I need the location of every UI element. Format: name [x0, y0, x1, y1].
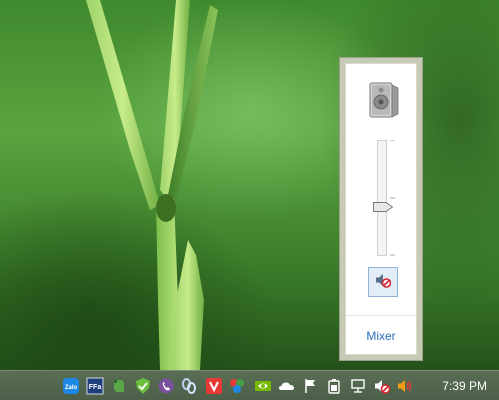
flyout-divider [346, 315, 416, 316]
speaker-muted-icon[interactable] [373, 377, 391, 395]
viber-icon[interactable] [157, 377, 175, 395]
taskbar-clock[interactable]: 7:39 PM [442, 379, 487, 393]
link-chain-icon[interactable] [180, 377, 198, 395]
volume-slider-thumb[interactable] [373, 199, 394, 212]
volume-flyout: Mixer [339, 57, 423, 361]
desktop-wallpaper [0, 0, 499, 370]
svg-text:Zalo: Zalo [65, 385, 78, 391]
power-battery-icon[interactable] [325, 377, 343, 395]
onedrive-cloud-icon[interactable] [278, 377, 296, 395]
foxit-ffa-icon[interactable]: FFa [86, 377, 104, 395]
taskbar: Zalo FFa 7:39 PM [0, 370, 499, 400]
nvidia-icon[interactable] [254, 377, 272, 395]
shield-check-icon[interactable] [134, 377, 152, 395]
speaker-icon[interactable] [396, 377, 414, 395]
grass-blades-illustration [86, 0, 218, 370]
volume-flyout-panel: Mixer [345, 63, 417, 355]
mixer-link[interactable]: Mixer [346, 329, 416, 343]
mute-toggle-button[interactable] [368, 267, 398, 297]
zalo-icon[interactable]: Zalo [62, 377, 80, 395]
network-icon[interactable] [349, 377, 367, 395]
svg-text:FFa: FFa [89, 384, 102, 391]
colorful-app-icon[interactable] [228, 377, 246, 395]
speaker-device-icon[interactable] [369, 82, 399, 118]
volume-slider[interactable] [366, 136, 402, 258]
action-center-flag-icon[interactable] [301, 377, 319, 395]
evernote-icon[interactable] [110, 377, 128, 395]
vivaldi-icon[interactable] [205, 377, 223, 395]
speaker-muted-icon [375, 272, 392, 293]
